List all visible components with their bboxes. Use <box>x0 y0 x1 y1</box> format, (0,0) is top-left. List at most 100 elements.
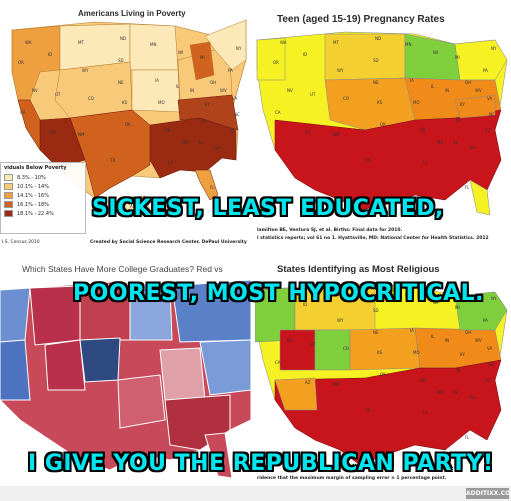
state-label: CO <box>343 346 349 351</box>
state-label: CO <box>343 96 349 101</box>
state-label: IL <box>431 334 435 339</box>
poverty-legend-swatch <box>4 183 13 190</box>
state-label: CA <box>275 110 281 115</box>
state-label: UT <box>55 92 61 97</box>
state-label: MI <box>200 55 205 60</box>
state-label: VA <box>487 346 493 351</box>
state-label: AL <box>453 140 458 145</box>
state-label: NY <box>491 46 497 51</box>
state-label: OH <box>465 330 472 335</box>
state-label: NC <box>489 112 495 117</box>
state-label: MS <box>182 140 188 145</box>
religious-map-title: States Identifying as Most Religious <box>277 264 440 275</box>
state-label: TX <box>365 158 371 163</box>
teen-pregnancy-map-title: Teen (aged 15-19) Pregnancy Rates <box>277 14 445 25</box>
state-label: TN <box>455 118 461 123</box>
caption-line-2: POOREST, MOST HYPOCRITICAL. <box>73 281 485 306</box>
poverty-legend-swatch <box>4 174 13 181</box>
state-label: GA <box>470 145 476 150</box>
state-label: KS <box>122 100 128 105</box>
state-label: NE <box>373 80 379 85</box>
state-label: MN <box>150 42 157 47</box>
state-label: IN <box>445 88 450 93</box>
state-label: PA <box>483 68 488 73</box>
college-graduates-map-title: Which States Have More College Graduates… <box>22 264 223 274</box>
poverty-source-left: I.S. Census 2010 <box>2 240 40 245</box>
state-label: UT <box>310 92 316 97</box>
state-label: KY <box>460 102 465 107</box>
state-label: MO <box>413 100 420 105</box>
poverty-legend-rows: 8.3% - 10% 10.1% - 14% 14.1% - 16% 16.1% - … <box>4 173 82 218</box>
poverty-legend-swatch <box>4 192 13 199</box>
state-label: WV <box>220 88 227 93</box>
state-label: TX <box>365 408 371 413</box>
state-label: TN <box>200 118 206 123</box>
state-label: GA <box>470 395 476 400</box>
state-label: WY <box>337 68 344 73</box>
state-label: OK <box>125 122 131 127</box>
state-label: MT <box>78 40 84 45</box>
state-label: AZ <box>305 380 311 385</box>
state-label: GA <box>215 145 221 150</box>
teen-source-line1: lamilton BE, Ventura SJ, et al. Births: … <box>257 228 403 233</box>
state-label: PA <box>483 318 488 323</box>
state-label: TX <box>110 158 116 163</box>
state-label: ND <box>120 36 127 41</box>
state-label: AZ <box>50 130 56 135</box>
state-label: OH <box>465 80 472 85</box>
state-label: OH <box>210 80 217 85</box>
poverty-legend-label: 16.1% - 18% <box>17 201 49 208</box>
teen-source-line2: l statistics reports; vol 61 no 1. Hyatt… <box>257 236 489 241</box>
state-label: ID <box>303 52 308 57</box>
state-label: KY <box>205 102 210 107</box>
poverty-legend-row: 10.1% - 14% <box>4 182 82 191</box>
state-label: KS <box>377 350 383 355</box>
state-label: MN <box>405 42 412 47</box>
state-label: SD <box>373 308 379 313</box>
state-label: FL <box>465 185 470 190</box>
state-label: WI <box>433 50 439 55</box>
state-label: CA <box>20 110 26 115</box>
state-label: SD <box>118 58 124 63</box>
state-label: NV <box>32 88 38 93</box>
state-label: NY <box>236 46 242 51</box>
state-label: IN <box>445 338 450 343</box>
state-label: CO <box>88 96 94 101</box>
state-label: MO <box>413 350 420 355</box>
state-label: AR <box>165 128 171 133</box>
poverty-legend-label: 18.1% - 22.4% <box>17 210 54 217</box>
state-label: MT <box>333 40 339 45</box>
state-label: SC <box>485 378 491 383</box>
state-label: AR <box>420 128 426 133</box>
religious-source-line: ridence that the maximum margin of sampl… <box>257 476 447 481</box>
state-label: NM <box>333 132 340 137</box>
state-label: FL <box>210 185 215 190</box>
poverty-map-title: Americans Living in Poverty <box>78 9 186 18</box>
poverty-legend-title: viduals Below Poverty <box>4 165 67 171</box>
caption-line-3: I GIVE YOU THE REPUBLICAN PARTY! <box>28 451 494 476</box>
state-label: ND <box>375 36 382 41</box>
state-label: NM <box>333 382 340 387</box>
state-label: SD <box>373 58 379 63</box>
state-label: KY <box>460 352 465 357</box>
caption-line-1: SICKEST, LEAST EDUCATED, <box>92 196 444 221</box>
state-label: MS <box>437 390 443 395</box>
bottom-bar <box>0 486 511 501</box>
state-label: NE <box>118 80 124 85</box>
state-label: SC <box>485 128 491 133</box>
state-label: MS <box>437 140 443 145</box>
state-label: WY <box>82 68 89 73</box>
state-label: LA <box>423 160 429 165</box>
poverty-legend-label: 14.1% - 16% <box>17 192 49 199</box>
state-label: IA <box>410 78 414 83</box>
state-label: NM <box>78 132 85 137</box>
state-label: WV <box>475 88 482 93</box>
watermark: ADDITIXX.COM <box>466 488 511 499</box>
state-label: NE <box>373 330 379 335</box>
state-label: WA <box>280 40 287 45</box>
state-label: OR <box>18 60 24 65</box>
state-label: VA <box>232 96 238 101</box>
poverty-legend-label: 8.3% - 10% <box>17 174 46 181</box>
state-label: KS <box>377 100 383 105</box>
state-label: AL <box>198 140 203 145</box>
